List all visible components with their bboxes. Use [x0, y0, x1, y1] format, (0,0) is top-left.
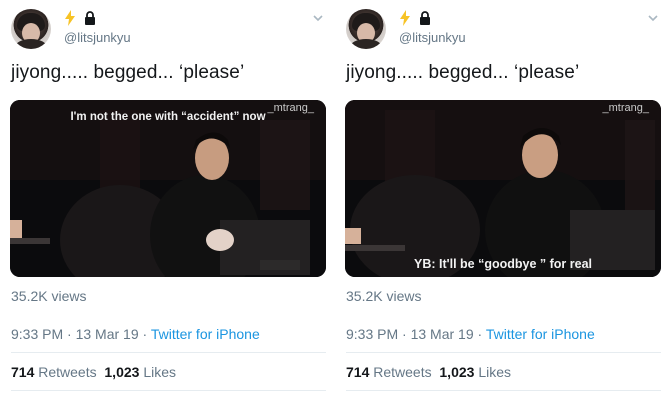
timestamp[interactable]: 9:33 PM · 13 Mar 19 ·: [346, 326, 482, 342]
likes-label: Likes: [478, 364, 512, 380]
likes-stat[interactable]: 1,023 Likes: [439, 364, 511, 380]
video-frame: [345, 100, 661, 277]
lock-icon: [420, 11, 430, 25]
chevron-down-icon[interactable]: [312, 12, 324, 24]
user-handle[interactable]: @litsjunkyu: [64, 30, 131, 45]
retweets-label: Retweets: [38, 364, 97, 380]
tweet-text: jiyong..... begged... ‘please’: [346, 62, 580, 83]
badge-row: [399, 10, 431, 26]
chevron-down-icon[interactable]: [647, 12, 659, 24]
engagement-stats: 714 Retweets 1,023 Likes: [346, 364, 511, 380]
tweet-card[interactable]: @litsjunkyu jiyong..... begged... ‘pleas…: [0, 0, 330, 400]
video-watermark: _mtrang_: [602, 102, 649, 114]
engagement-stats: 714 Retweets 1,023 Likes: [11, 364, 176, 380]
divider: [346, 390, 661, 391]
retweet-count: 714: [11, 364, 35, 380]
divider: [11, 390, 326, 391]
user-handle[interactable]: @litsjunkyu: [399, 30, 466, 45]
lightning-bolt-icon: [65, 10, 75, 26]
source-link[interactable]: Twitter for iPhone: [486, 326, 595, 342]
tweet-meta: 9:33 PM · 13 Mar 19 · Twitter for iPhone: [346, 326, 595, 342]
tweet-meta: 9:33 PM · 13 Mar 19 · Twitter for iPhone: [11, 326, 260, 342]
tweet-card[interactable]: @litsjunkyu jiyong..... begged... ‘pleas…: [335, 0, 665, 400]
timestamp[interactable]: 9:33 PM · 13 Mar 19 ·: [11, 326, 147, 342]
tweet-text: jiyong..... begged... ‘please’: [11, 62, 245, 83]
retweet-count: 714: [346, 364, 370, 380]
lightning-bolt-icon: [400, 10, 410, 26]
divider: [11, 352, 326, 353]
like-count: 1,023: [439, 364, 475, 380]
avatar[interactable]: [11, 9, 51, 49]
video-caption: I'm not the one with “accident” now: [70, 111, 266, 123]
divider: [346, 352, 661, 353]
lock-icon: [85, 11, 95, 25]
likes-label: Likes: [143, 364, 177, 380]
video-frame: [10, 100, 326, 277]
badge-row: [64, 10, 96, 26]
view-count: 35.2K views: [11, 288, 87, 304]
view-count: 35.2K views: [346, 288, 422, 304]
tweet-media-video[interactable]: _mtrang_ YB: It'll be “goodbye ” for rea…: [345, 100, 661, 277]
avatar[interactable]: [346, 9, 386, 49]
video-caption: YB: It'll be “goodbye ” for real: [414, 257, 592, 271]
likes-stat[interactable]: 1,023 Likes: [104, 364, 176, 380]
tweet-media-video[interactable]: _mtrang_ I'm not the one with “accident”…: [10, 100, 326, 277]
retweets-stat[interactable]: 714 Retweets: [11, 364, 97, 380]
source-link[interactable]: Twitter for iPhone: [151, 326, 260, 342]
like-count: 1,023: [104, 364, 140, 380]
retweets-stat[interactable]: 714 Retweets: [346, 364, 432, 380]
retweets-label: Retweets: [373, 364, 432, 380]
